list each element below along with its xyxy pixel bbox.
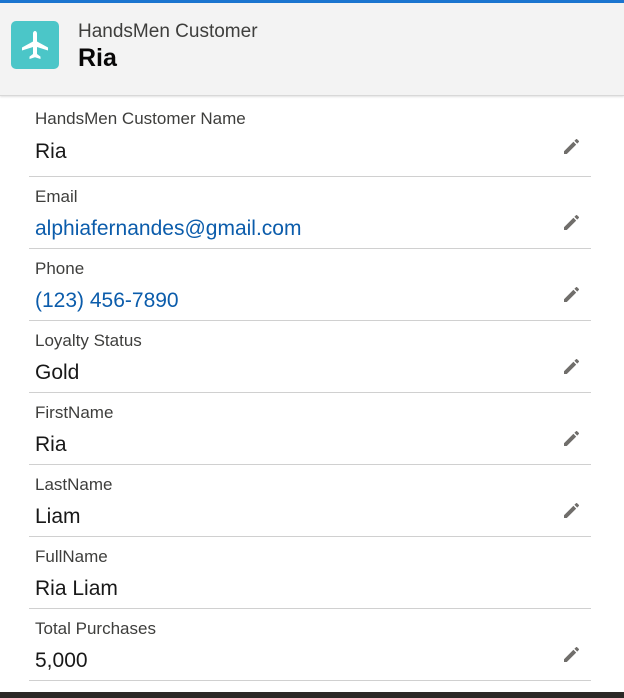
pencil-icon: [564, 286, 580, 302]
pencil-icon: [564, 430, 580, 446]
field-label: LastName: [35, 475, 113, 494]
field-phone: Phone (123) 456-7890: [29, 249, 591, 321]
field-value: Liam: [35, 505, 81, 528]
field-label: FirstName: [35, 403, 114, 422]
phone-link[interactable]: (123) 456-7890: [35, 289, 179, 313]
pencil-icon: [564, 214, 580, 230]
field-loyalty-status: Loyalty Status Gold: [29, 321, 591, 393]
field-label: Email: [35, 187, 78, 206]
field-customer-name: HandsMen Customer Name Ria: [29, 98, 591, 177]
object-type-label: HandsMen Customer: [78, 21, 258, 42]
field-value: 5,000: [35, 649, 88, 672]
edit-email-button[interactable]: [561, 211, 583, 233]
field-value: Gold: [35, 361, 80, 384]
record-details: HandsMen Customer Name Ria Email alphiaf…: [29, 98, 591, 681]
edit-phone-button[interactable]: [561, 283, 583, 305]
field-email: Email alphiafernandes@gmail.com: [29, 177, 591, 249]
pencil-icon: [564, 138, 580, 154]
field-label: Phone: [35, 259, 85, 278]
edit-last-name-button[interactable]: [561, 499, 583, 521]
record-title: Ria: [78, 44, 117, 72]
edit-customer-name-button[interactable]: [561, 135, 583, 157]
pencil-icon: [564, 502, 580, 518]
field-first-name: FirstName Ria: [29, 393, 591, 465]
edit-loyalty-status-button[interactable]: [561, 355, 583, 377]
pencil-icon: [564, 358, 580, 374]
field-last-name: LastName Liam: [29, 465, 591, 537]
edit-first-name-button[interactable]: [561, 427, 583, 449]
field-label: Loyalty Status: [35, 331, 142, 350]
field-label: HandsMen Customer Name: [35, 109, 246, 128]
email-link[interactable]: alphiafernandes@gmail.com: [35, 217, 301, 241]
field-total-purchases: Total Purchases 5,000: [29, 609, 591, 681]
pencil-icon: [564, 646, 580, 662]
field-value: Ria: [35, 140, 67, 163]
field-value: Ria Liam: [35, 577, 118, 600]
bottom-bar: [0, 692, 624, 698]
field-full-name: FullName Ria Liam: [29, 537, 591, 609]
field-label: FullName: [35, 547, 108, 566]
edit-total-purchases-button[interactable]: [561, 643, 583, 665]
field-label: Total Purchases: [35, 619, 156, 638]
airplane-icon: [11, 21, 59, 69]
field-value: Ria: [35, 433, 67, 456]
record-header: HandsMen Customer Ria: [0, 3, 624, 96]
